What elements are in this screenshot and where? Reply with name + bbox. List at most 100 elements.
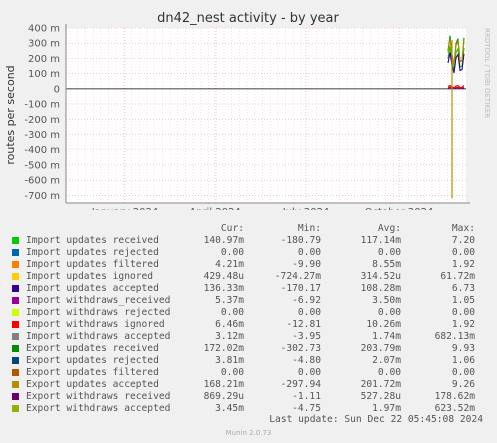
- legend-avg: 0.00: [377, 247, 401, 258]
- legend-avg: 0.00: [377, 367, 401, 378]
- legend-swatch: [12, 333, 19, 340]
- legend-swatch: [12, 285, 19, 292]
- legend-max: 7.20: [451, 235, 475, 246]
- last-update: Last update: Sun Dec 22 05:45:08 2024: [269, 414, 483, 425]
- legend-swatch: [12, 393, 19, 400]
- header-cur: Cur:: [220, 223, 244, 234]
- legend-swatch: [12, 261, 19, 268]
- legend-name: Import withdraws accepted: [26, 331, 171, 342]
- legend-max: 1.06: [451, 355, 475, 366]
- legend-cur: 172.02m: [203, 343, 244, 354]
- legend-max: 6.73: [451, 283, 475, 294]
- legend-avg: 2.07m: [372, 355, 401, 366]
- legend-max: 623.52m: [434, 403, 475, 414]
- legend-max: 178.62m: [434, 391, 475, 402]
- legend-name: Export updates accepted: [26, 379, 159, 390]
- legend-row: Export updates rejected 3.81m -4.80 2.07m 1.…: [12, 355, 497, 367]
- legend-name: Export updates filtered: [26, 367, 159, 378]
- legend-avg: 0.00: [377, 307, 401, 318]
- legend-row: Import withdraws accepted 3.12m -3.95 1.74m…: [12, 331, 497, 343]
- legend-max: 1.92: [451, 319, 475, 330]
- legend-cur: 5.37m: [215, 295, 244, 306]
- legend-avg: 1.74m: [372, 331, 401, 342]
- legend-row: Export updates filtered 0.00 0.00 0.00 0.00: [12, 367, 497, 379]
- legend-min: 0.00: [297, 307, 321, 318]
- legend-avg: 8.55m: [372, 259, 401, 270]
- legend-min: -9.90: [292, 259, 321, 270]
- legend-min: 0.00: [297, 247, 321, 258]
- legend-row: Import updates filtered 4.21m -9.90 8.55m 1.…: [12, 259, 497, 271]
- legend-row: Export updates accepted 168.21m -297.94 201…: [12, 379, 497, 391]
- legend-cur: 0.00: [220, 307, 244, 318]
- legend-max: 0.00: [451, 367, 475, 378]
- legend-max: 0.00: [451, 307, 475, 318]
- legend-swatch: [12, 369, 19, 376]
- legend-min: -4.80: [292, 355, 321, 366]
- legend-cur: 136.33m: [203, 283, 244, 294]
- legend-name: Import withdraws ignored: [26, 319, 165, 330]
- legend-cur: 6.46m: [215, 319, 244, 330]
- legend-min: -302.73: [280, 343, 321, 354]
- legend: Cur: Min: Avg: Max: Import updates recei…: [0, 0, 497, 443]
- legend-min: -724.27m: [274, 271, 321, 282]
- legend-row: Import withdraws ignored 6.46m -12.81 10.26…: [12, 319, 497, 331]
- legend-name: Import updates accepted: [26, 283, 159, 294]
- legend-name: Export withdraws received: [26, 391, 171, 402]
- legend-avg: 314.52u: [360, 271, 401, 282]
- legend-cur: 3.81m: [215, 355, 244, 366]
- legend-swatch: [12, 249, 19, 256]
- legend-avg: 3.50m: [372, 295, 401, 306]
- legend-min: -3.95: [292, 331, 321, 342]
- legend-min: -170.17: [280, 283, 321, 294]
- legend-max: 9.93: [451, 343, 475, 354]
- legend-row: Import withdraws_received 5.37m -6.92 3.50m…: [12, 295, 497, 307]
- legend-min: -180.79: [280, 235, 321, 246]
- legend-row: Import updates rejected 0.00 0.00 0.00 0.00: [12, 247, 497, 259]
- legend-max: 61.72m: [440, 271, 475, 282]
- legend-cur: 0.00: [220, 247, 244, 258]
- legend-max: 1.05: [451, 295, 475, 306]
- legend-row: Import updates accepted 136.33m -170.17 108…: [12, 283, 497, 295]
- legend-min: -297.94: [280, 379, 321, 390]
- header-avg: Avg:: [377, 223, 401, 234]
- legend-swatch: [12, 237, 19, 244]
- legend-swatch: [12, 309, 19, 316]
- header-min: Min:: [297, 223, 321, 234]
- legend-name: Export updates rejected: [26, 355, 159, 366]
- legend-min: -6.92: [292, 295, 321, 306]
- legend-cur: 140.97m: [203, 235, 244, 246]
- legend-name: Import updates ignored: [26, 271, 154, 282]
- legend-cur: 429.48u: [203, 271, 244, 282]
- legend-avg: 201.72m: [360, 379, 401, 390]
- legend-name: Export updates received: [26, 343, 159, 354]
- legend-avg: 203.79m: [360, 343, 401, 354]
- legend-min: -4.75: [292, 403, 321, 414]
- legend-min: -12.81: [286, 319, 321, 330]
- legend-row: Export updates received 172.02m -302.73 203…: [12, 343, 497, 355]
- legend-name: Import withdraws_received: [26, 295, 171, 306]
- legend-name: Export withdraws accepted: [26, 403, 171, 414]
- legend-cur: 4.21m: [215, 259, 244, 270]
- legend-swatch: [12, 273, 19, 280]
- legend-name: Import updates rejected: [26, 247, 159, 258]
- legend-row: Import updates ignored 429.48u -724.27m 314…: [12, 271, 497, 283]
- legend-swatch: [12, 357, 19, 364]
- legend-row: Import updates received 140.97m -180.79 117…: [12, 235, 497, 247]
- header-max: Max:: [451, 223, 475, 234]
- legend-max: 1.92: [451, 259, 475, 270]
- legend-swatch: [12, 297, 19, 304]
- legend-swatch: [12, 405, 19, 412]
- legend-max: 0.00: [451, 247, 475, 258]
- legend-max: 682.13m: [434, 331, 475, 342]
- legend-cur: 168.21m: [203, 379, 244, 390]
- legend-swatch: [12, 381, 19, 388]
- legend-name: Import updates received: [26, 235, 159, 246]
- legend-avg: 108.28m: [360, 283, 401, 294]
- legend-avg: 527.28u: [360, 391, 401, 402]
- legend-row: Import withdraws rejected 0.00 0.00 0.00 0.0…: [12, 307, 497, 319]
- legend-max: 9.26: [451, 379, 475, 390]
- legend-cur: 869.29u: [203, 391, 244, 402]
- legend-cur: 3.45m: [215, 403, 244, 414]
- legend-cur: 0.00: [220, 367, 244, 378]
- legend-swatch: [12, 321, 19, 328]
